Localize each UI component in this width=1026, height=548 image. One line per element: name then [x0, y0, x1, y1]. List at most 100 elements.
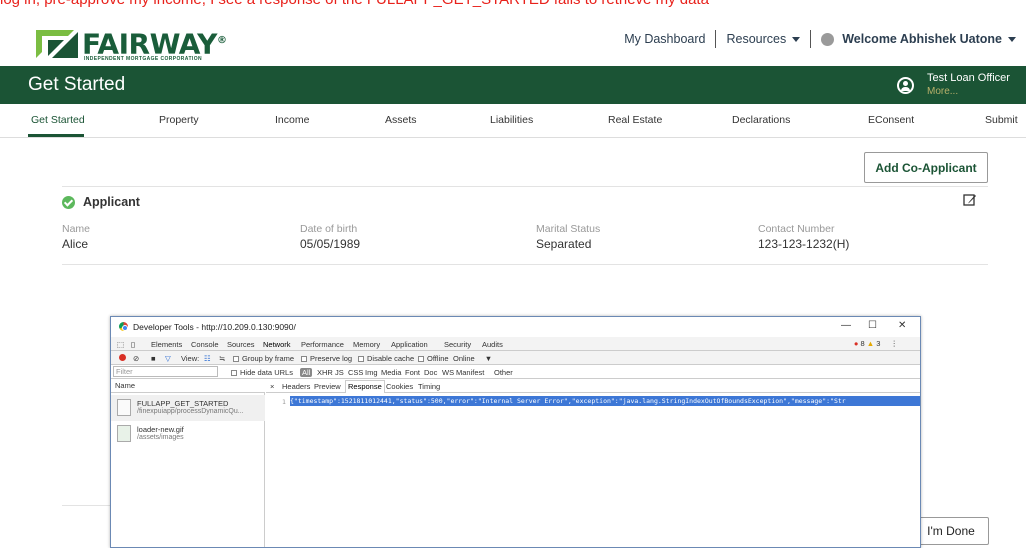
image-file-icon — [117, 425, 131, 442]
loan-officer-name[interactable]: Test Loan Officer — [927, 72, 1010, 84]
checkbox-icon — [358, 356, 364, 362]
throttling-select[interactable]: Online ▼ — [453, 354, 492, 363]
applicant-heading: Applicant — [83, 195, 140, 209]
tab-liabilities[interactable]: Liabilities — [490, 114, 533, 126]
panel-elements[interactable]: Elements — [151, 340, 182, 349]
filter-img[interactable]: Img — [365, 368, 378, 377]
dob-label: Date of birth — [300, 223, 358, 235]
capture-screenshots-icon[interactable]: ■ — [151, 354, 156, 363]
offline-label: Offline — [427, 354, 449, 363]
panel-audits[interactable]: Audits — [482, 340, 503, 349]
group-by-frame-checkbox[interactable]: Group by frame — [233, 354, 294, 363]
user-circle-icon[interactable] — [897, 77, 914, 94]
filter-icon[interactable]: ▽ — [165, 354, 171, 363]
panel-console[interactable]: Console — [191, 340, 219, 349]
hide-data-urls-label: Hide data URLs — [240, 368, 293, 377]
disable-cache-checkbox[interactable]: Disable cache — [358, 354, 414, 363]
my-dashboard-link[interactable]: My Dashboard — [624, 32, 705, 46]
close-detail-icon[interactable]: × — [270, 382, 274, 391]
tab-income[interactable]: Income — [275, 114, 309, 126]
close-window-button[interactable]: ✕ — [898, 320, 906, 331]
filter-other[interactable]: Other — [494, 368, 513, 377]
tab-get-started[interactable]: Get Started — [31, 114, 85, 126]
tab-response[interactable]: Response — [345, 380, 385, 393]
throttling-value: Online — [453, 354, 475, 363]
chevron-down-icon — [792, 37, 801, 43]
more-options-icon[interactable]: ⋮ — [891, 339, 899, 348]
filter-manifest[interactable]: Manifest — [456, 368, 484, 377]
devtools-panel-tabs: ⬚ ▯ Elements Console Sources Network Per… — [111, 337, 920, 351]
page-title: Get Started — [28, 74, 126, 95]
filter-doc[interactable]: Doc — [424, 368, 437, 377]
checkbox-icon — [418, 356, 424, 362]
error-icon: ● — [853, 339, 859, 348]
filter-ws[interactable]: WS — [442, 368, 454, 377]
filter-font[interactable]: Font — [405, 368, 420, 377]
panel-network[interactable]: Network — [263, 340, 291, 349]
request-row[interactable]: FULLAPP_GET_STARTED /finexpuiapp/process… — [111, 395, 265, 421]
name-column-header[interactable]: Name — [111, 379, 265, 393]
record-icon[interactable] — [119, 354, 126, 361]
document-icon — [117, 399, 131, 416]
clear-icon[interactable]: ⊘ — [133, 354, 139, 363]
logo-tagline: INDEPENDENT MORTGAGE CORPORATION — [84, 56, 202, 62]
panel-security[interactable]: Security — [444, 340, 471, 349]
minimize-button[interactable]: — — [841, 320, 851, 331]
tab-property[interactable]: Property — [159, 114, 199, 126]
marital-status-value: Separated — [536, 237, 592, 251]
device-toolbar-icon[interactable]: ▯ — [131, 340, 135, 349]
hide-data-urls-checkbox[interactable]: Hide data URLs — [231, 368, 293, 377]
panel-sources[interactable]: Sources — [227, 340, 255, 349]
tab-cookies[interactable]: Cookies — [386, 382, 413, 391]
devtools-titlebar[interactable]: Developer Tools - http://10.209.0.130:90… — [111, 317, 920, 337]
request-path: /finexpuiapp/processDynamicQu... — [137, 408, 244, 415]
panel-memory[interactable]: Memory — [353, 340, 380, 349]
filter-css[interactable]: CSS — [348, 368, 363, 377]
tab-econsent[interactable]: EConsent — [868, 114, 914, 126]
response-body[interactable]: {"timestamp":1521811012441,"status":500,… — [290, 396, 920, 406]
tab-declarations[interactable]: Declarations — [732, 114, 790, 126]
tab-real-estate[interactable]: Real Estate — [608, 114, 662, 126]
overview-icon[interactable]: ≒ — [219, 354, 225, 363]
resources-label: Resources — [726, 32, 787, 46]
filter-input[interactable]: Filter — [113, 366, 218, 377]
warning-count: 3 — [876, 339, 881, 348]
tab-assets[interactable]: Assets — [385, 114, 417, 126]
edit-icon[interactable] — [963, 193, 977, 207]
offline-checkbox[interactable]: Offline — [418, 354, 449, 363]
tab-headers[interactable]: Headers — [282, 382, 310, 391]
filter-all[interactable]: All — [300, 368, 313, 377]
more-link[interactable]: More... — [927, 86, 958, 97]
add-co-applicant-button[interactable]: Add Co-Applicant — [864, 152, 988, 183]
network-toolbar: ⊘ ■ ▽ View: ☷ ≒ Group by frame Preserve … — [111, 351, 920, 365]
contact-number-label: Contact Number — [758, 223, 835, 235]
detail-tabs: × Headers Preview Response Cookies Timin… — [266, 379, 920, 393]
check-circle-icon — [62, 196, 75, 209]
tab-timing[interactable]: Timing — [418, 382, 440, 391]
panel-performance[interactable]: Performance — [301, 340, 344, 349]
tab-submit[interactable]: Submit — [985, 114, 1018, 126]
done-button[interactable]: I'm Done — [913, 517, 989, 545]
filter-js[interactable]: JS — [335, 368, 344, 377]
large-rows-icon[interactable]: ☷ — [204, 354, 211, 363]
panel-application[interactable]: Application — [391, 340, 428, 349]
filter-media[interactable]: Media — [381, 368, 401, 377]
error-count: 8 — [860, 339, 865, 348]
line-number: 1 — [282, 398, 286, 406]
fairway-logo[interactable]: FAIRWAY® INDEPENDENT MORTGAGE CORPORATIO… — [34, 26, 234, 62]
inspect-icon[interactable]: ⬚ — [117, 340, 124, 349]
filter-xhr[interactable]: XHR — [317, 368, 333, 377]
resources-menu[interactable]: Resources — [726, 32, 801, 46]
active-tab-indicator — [28, 134, 84, 137]
request-path: /assets/images — [137, 434, 184, 441]
request-row[interactable]: loader-new.gif /assets/images — [111, 421, 265, 447]
welcome-menu[interactable]: Welcome Abhishek Uatone — [821, 32, 1016, 46]
top-bar: FAIRWAY® INDEPENDENT MORTGAGE CORPORATIO… — [0, 10, 1026, 66]
chevron-down-icon — [1008, 36, 1016, 42]
maximize-button[interactable]: ☐ — [868, 320, 877, 331]
preserve-log-checkbox[interactable]: Preserve log — [301, 354, 352, 363]
view-label: View: — [181, 354, 200, 363]
console-counters[interactable]: ● 8 ▲ 3 ⋮ — [854, 339, 898, 348]
welcome-label: Welcome Abhishek Uatone — [842, 32, 1002, 46]
tab-preview[interactable]: Preview — [314, 382, 341, 391]
